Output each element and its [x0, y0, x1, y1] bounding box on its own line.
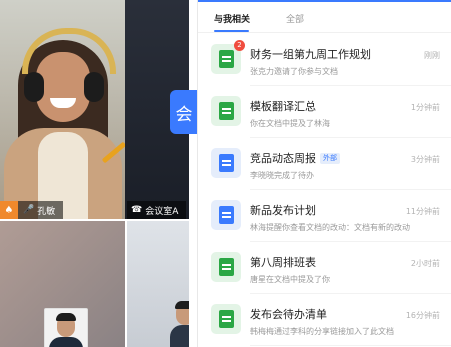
main-participant-video[interactable]: ♠ 🎤 孔敏 [0, 0, 125, 219]
sheet-icon [211, 96, 241, 126]
room-name: 会议室A [145, 206, 179, 217]
doc-title-line: 财务一组第九周工作规划 [250, 46, 371, 62]
doc-title: 发布会待办清单 [250, 308, 327, 321]
participant-avatar [44, 308, 88, 347]
doc-activity: 唐星在文档中提及了你 [250, 275, 330, 284]
doc-activity: 韩梅梅通过李科的分享链接加入了此文档 [250, 327, 394, 336]
doc-timestamp: 2小时前 [410, 259, 440, 268]
participant-name: 孔敏 [37, 206, 56, 217]
doc-list-item[interactable]: 发布会待办清单韩梅梅通过李科的分享链接加入了此文档 16分钟前 [198, 294, 451, 346]
doc-title: 模板翻译汇总 [250, 100, 316, 113]
doc-title: 新品发布计划 [250, 204, 316, 217]
tab-all[interactable]: 全部 [286, 12, 304, 25]
sheet-icon-glyph [218, 310, 234, 328]
sheet-icon-glyph [218, 258, 234, 276]
participant-body-bottom-right [170, 325, 189, 347]
doc-activity: 张克力邀请了你参与文档 [250, 67, 338, 76]
participant-name-tag: ♠ 🎤 孔敏 [0, 201, 64, 219]
avatar-suit [49, 337, 83, 347]
external-tag: 外部 [320, 153, 340, 164]
doc-list-item[interactable]: 模板翻译汇总你在文档中提及了林海 1分钟前 [198, 86, 451, 138]
headphones-left-cup [24, 72, 44, 102]
sheet-icon [211, 252, 241, 282]
row-divider [250, 345, 451, 346]
doc-title-line: 新品发布计划 [250, 202, 316, 218]
doc-title-line: 模板翻译汇总 [250, 98, 316, 114]
meeting-doc-button[interactable]: 会 [170, 90, 198, 134]
doc-title: 竞品动态周报 [250, 152, 316, 165]
doc-list-item[interactable]: 竞品动态周报 外部 李晓晓完成了待办 3分钟前 [198, 138, 451, 190]
doc-title-line: 竞品动态周报 外部 [250, 150, 340, 166]
doc-timestamp: 刚刚 [424, 51, 440, 60]
unread-count-badge: 2 [234, 40, 245, 51]
doc-timestamp: 1分钟前 [410, 103, 440, 112]
sheet-icon-glyph [218, 102, 234, 120]
meeting-button-glyph: 会 [175, 104, 193, 125]
phone-icon: ☎ [131, 205, 143, 215]
doc-activity: 你在文档中提及了林海 [250, 119, 330, 128]
headphones-right-cup [84, 72, 104, 102]
headphones-band [22, 28, 116, 74]
active-tab-indicator [214, 30, 249, 32]
doc-icon-glyph [218, 206, 234, 224]
avatar-hair [56, 313, 76, 321]
panel-accent-line [198, 0, 451, 2]
doc-timestamp: 3分钟前 [410, 155, 440, 164]
doc-activity: 林海提醒你查看文档的改动：文档有新的改动 [250, 223, 410, 232]
video-grid: ♠ 🎤 孔敏 ☎ 会议室A [0, 0, 189, 347]
doc-title: 第八周排班表 [250, 256, 316, 269]
doc-title-line: 第八周排班表 [250, 254, 316, 270]
doc-icon [211, 148, 241, 178]
participant-hair-bottom-right [175, 301, 189, 309]
doc-list-item[interactable]: 2 财务一组第九周工作规划张克力邀请了你参与文档 刚刚 [198, 34, 451, 86]
doc-icon-glyph [218, 154, 234, 172]
doc-icon [211, 200, 241, 230]
host-icon: ♠ [0, 201, 18, 219]
tab-related-to-me[interactable]: 与我相关 [214, 12, 250, 25]
sheet-icon [211, 304, 241, 334]
doc-title: 财务一组第九周工作规划 [250, 48, 371, 61]
doc-title-line: 发布会待办清单 [250, 306, 327, 322]
document-list: 2 财务一组第九周工作规划张克力邀请了你参与文档 刚刚模板翻译汇总你在文档中提及了林… [198, 34, 451, 346]
document-panel: 与我相关 全部 2 财务一组第九周工作规划张克力邀请了你参与文档 刚刚模板翻译汇总你… [197, 0, 451, 347]
doc-timestamp: 16分钟前 [405, 311, 440, 320]
doc-list-item[interactable]: 新品发布计划林海提醒你查看文档的改动：文档有新的改动 11分钟前 [198, 190, 451, 242]
doc-timestamp: 11分钟前 [405, 207, 440, 216]
room-name-tag: ☎ 会议室A [127, 201, 187, 219]
microphone-icon: 🎤 [23, 205, 35, 215]
doc-activity: 李晓晓完成了待办 [250, 171, 314, 180]
doc-list-item[interactable]: 第八周排班表唐星在文档中提及了你 2小时前 [198, 242, 451, 294]
panel-tabs: 与我相关 全部 [198, 6, 451, 33]
sheet-icon-glyph [218, 50, 234, 68]
